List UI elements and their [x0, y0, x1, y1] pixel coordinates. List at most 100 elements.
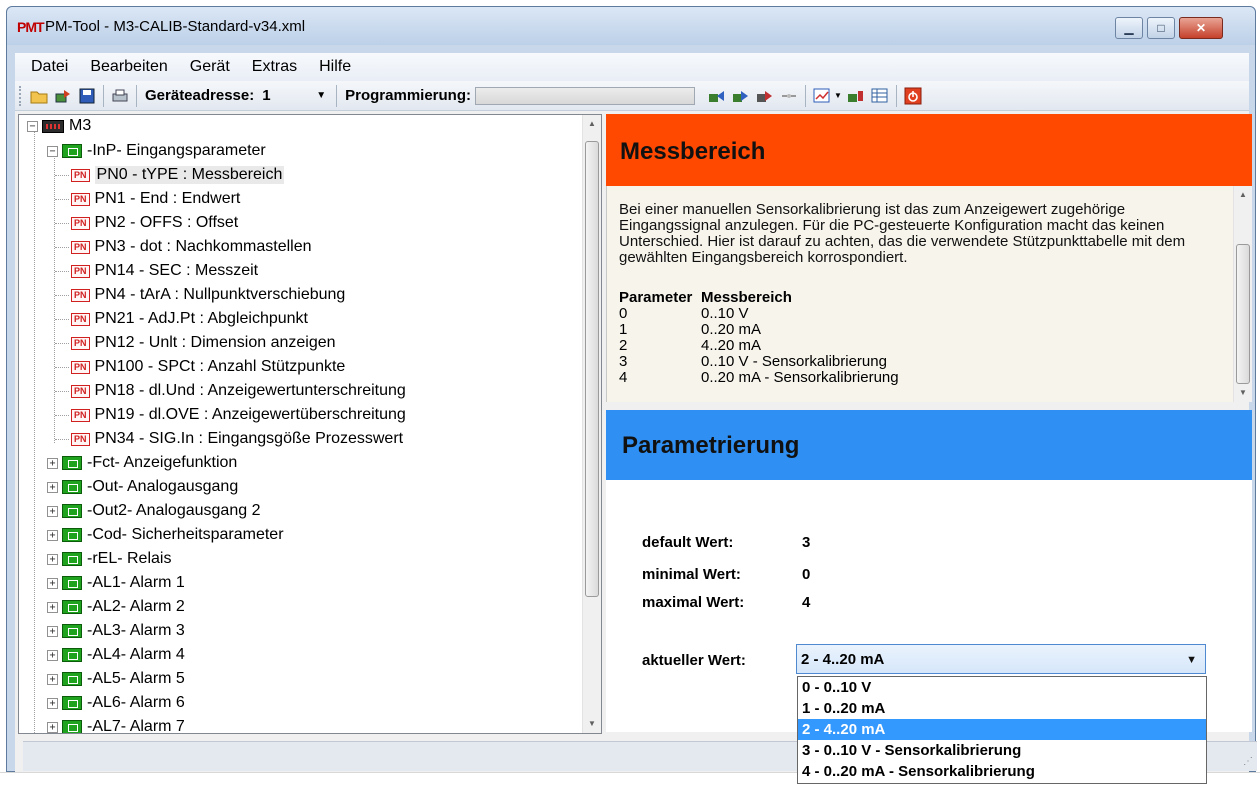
maximize-button[interactable]: □: [1147, 17, 1175, 39]
tree-item-pn2[interactable]: PN PN2 - OFFS : Offset: [55, 212, 238, 234]
tree-item-pn0[interactable]: PN PN0 - tYPE : Messbereich: [55, 164, 285, 186]
current-value-select[interactable]: 2 - 4..20 mA ▼: [796, 644, 1206, 674]
menu-datei[interactable]: Datei: [31, 58, 68, 76]
dropdown-option-selected[interactable]: 2 - 4..20 mA: [798, 719, 1206, 740]
device-sync-icon[interactable]: [731, 86, 751, 106]
expand-icon[interactable]: +: [47, 481, 58, 493]
device-download-icon[interactable]: [846, 86, 866, 106]
dropdown-option[interactable]: 4 - 0..20 mA - Sensorkalibrierung: [798, 761, 1206, 782]
chevron-down-icon[interactable]: ▼: [1186, 654, 1197, 666]
toolbar-separator: [103, 84, 104, 107]
collapse-icon[interactable]: −: [47, 145, 58, 157]
expand-icon[interactable]: +: [47, 697, 58, 709]
tree-group-al5[interactable]: + -AL5- Alarm 5: [47, 668, 185, 690]
tree-item-pn14[interactable]: PN PN14 - SEC : Messzeit: [55, 260, 258, 282]
tree-item-pn18[interactable]: PN PN18 - dl.Und : Anzeigewertunterschre…: [55, 380, 406, 402]
parameter-icon: PN: [71, 168, 90, 182]
tree-group-al4[interactable]: + -AL4- Alarm 4: [47, 644, 185, 666]
toolbar-separator: [895, 84, 897, 107]
tree-item-label: PN18 - dl.Und : Anzeigewertunterschreitu…: [94, 382, 406, 399]
device-read-icon[interactable]: [53, 86, 73, 106]
description-text: Bei einer manuellen Sensorkalibrierung i…: [619, 201, 1186, 266]
toolbar-grip[interactable]: [19, 85, 23, 106]
expand-icon[interactable]: +: [47, 577, 58, 589]
chart-icon[interactable]: [812, 86, 832, 106]
tree-item-pn19[interactable]: PN PN19 - dl.OVE : Anzeigewertüberschrei…: [55, 404, 406, 426]
chevron-down-icon[interactable]: ▼: [316, 90, 326, 101]
title-bar[interactable]: PMT PM-Tool - M3-CALIB-Standard-v34.xml …: [7, 7, 1255, 45]
scroll-down-icon[interactable]: ▼: [583, 715, 601, 733]
dropdown-option[interactable]: 0 - 0..10 V: [798, 677, 1206, 698]
default-value-label: default Wert:: [642, 534, 734, 551]
parametrierung-header: Parametrierung: [606, 410, 1252, 480]
menu-bearbeiten[interactable]: Bearbeiten: [90, 58, 167, 76]
tree-group-out[interactable]: + -Out- Analogausgang: [47, 476, 238, 498]
messbereich-title: Messbereich: [620, 138, 766, 165]
minimize-button[interactable]: ▁: [1115, 17, 1143, 39]
scroll-thumb[interactable]: [1236, 244, 1250, 384]
dropdown-option[interactable]: 1 - 0..20 mA: [798, 698, 1206, 719]
tree-group-al7[interactable]: + -AL7- Alarm 7: [47, 716, 185, 733]
tree-group-al6[interactable]: + -AL6- Alarm 6: [47, 692, 185, 714]
tree-item-pn34[interactable]: PN PN34 - SIG.In : Eingangsgöße Prozessw…: [55, 428, 403, 450]
tree-group-al1[interactable]: + -AL1- Alarm 1: [47, 572, 185, 594]
print-icon[interactable]: [110, 86, 130, 106]
chevron-down-icon[interactable]: ▼: [834, 91, 842, 100]
save-icon[interactable]: [77, 86, 97, 106]
scroll-up-icon[interactable]: ▲: [583, 115, 601, 133]
tree-group-label: -rEL- Relais: [87, 550, 172, 567]
address-combo[interactable]: 1: [258, 85, 316, 107]
max-value: 4: [802, 594, 811, 611]
tree-item-pn1[interactable]: PN PN1 - End : Endwert: [55, 188, 240, 210]
menu-extras[interactable]: Extras: [252, 58, 297, 76]
range-table: Parameter Messbereich 0 0..10 V 1 0..20 …: [619, 290, 899, 386]
messbereich-header: Messbereich: [606, 114, 1252, 186]
tree-group-cod[interactable]: + -Cod- Sicherheitsparameter: [47, 524, 284, 546]
tree-item-pn12[interactable]: PN PN12 - Unlt : Dimension anzeigen: [55, 332, 336, 354]
menu-hilfe[interactable]: Hilfe: [319, 58, 351, 76]
tree-item-pn3[interactable]: PN PN3 - dot : Nachkommastellen: [55, 236, 312, 258]
tree-scrollbar[interactable]: ▲ ▼: [582, 115, 601, 733]
expand-icon[interactable]: +: [47, 625, 58, 637]
expand-icon[interactable]: +: [47, 649, 58, 661]
parameter-icon: PN: [71, 432, 90, 446]
expand-icon[interactable]: +: [47, 505, 58, 517]
parameter-icon: PN: [71, 240, 90, 254]
description-scrollbar[interactable]: ▲ ▼: [1233, 186, 1252, 402]
tree-group-rel[interactable]: + -rEL- Relais: [47, 548, 171, 570]
disconnect-icon[interactable]: [779, 86, 799, 106]
expand-icon[interactable]: +: [47, 601, 58, 613]
open-folder-icon[interactable]: [29, 86, 49, 106]
resize-grip-icon[interactable]: ⋰: [1243, 756, 1253, 767]
tree-group-fct[interactable]: + -Fct- Anzeigefunktion: [47, 452, 237, 474]
power-icon[interactable]: [903, 86, 923, 106]
expand-icon[interactable]: +: [47, 721, 58, 733]
parameter-icon: PN: [71, 360, 90, 374]
collapse-icon[interactable]: −: [27, 120, 38, 132]
tree-group-al2[interactable]: + -AL2- Alarm 2: [47, 596, 185, 618]
dropdown-option[interactable]: 3 - 0..10 V - Sensorkalibrierung: [798, 740, 1206, 761]
range-table-row: 4 0..20 mA - Sensorkalibrierung: [619, 369, 899, 386]
device-transfer-icon[interactable]: [707, 86, 727, 106]
menu-geraet[interactable]: Gerät: [190, 58, 230, 76]
tree-content: − M3 − -InP- Eingangsparameter PN PN0 - …: [19, 115, 585, 733]
table-icon[interactable]: [870, 86, 890, 106]
scroll-down-icon[interactable]: ▼: [1234, 384, 1252, 402]
tree-item-pn4[interactable]: PN PN4 - tArA : Nullpunktverschiebung: [55, 284, 345, 306]
tree-root[interactable]: − M3: [27, 115, 91, 137]
tree-group-out2[interactable]: + -Out2- Analogausgang 2: [47, 500, 260, 522]
expand-icon[interactable]: +: [47, 673, 58, 685]
expand-icon[interactable]: +: [47, 529, 58, 541]
expand-icon[interactable]: +: [47, 553, 58, 565]
range-table-row: 0 0..10 V: [619, 305, 749, 322]
scroll-up-icon[interactable]: ▲: [1234, 186, 1252, 204]
close-button[interactable]: ✕: [1179, 17, 1223, 39]
tree-group-inp[interactable]: − -InP- Eingangsparameter: [47, 140, 266, 162]
scroll-thumb[interactable]: [585, 141, 599, 597]
tree-group-al3[interactable]: + -AL3- Alarm 3: [47, 620, 185, 642]
tree-item-pn21[interactable]: PN PN21 - AdJ.Pt : Abgleichpunkt: [55, 308, 308, 330]
device-upload-icon[interactable]: [755, 86, 775, 106]
tree-item-pn100[interactable]: PN PN100 - SPCt : Anzahl Stützpunkte: [55, 356, 345, 378]
messbereich-description: Bei einer manuellen Sensorkalibrierung i…: [606, 186, 1252, 402]
expand-icon[interactable]: +: [47, 457, 58, 469]
